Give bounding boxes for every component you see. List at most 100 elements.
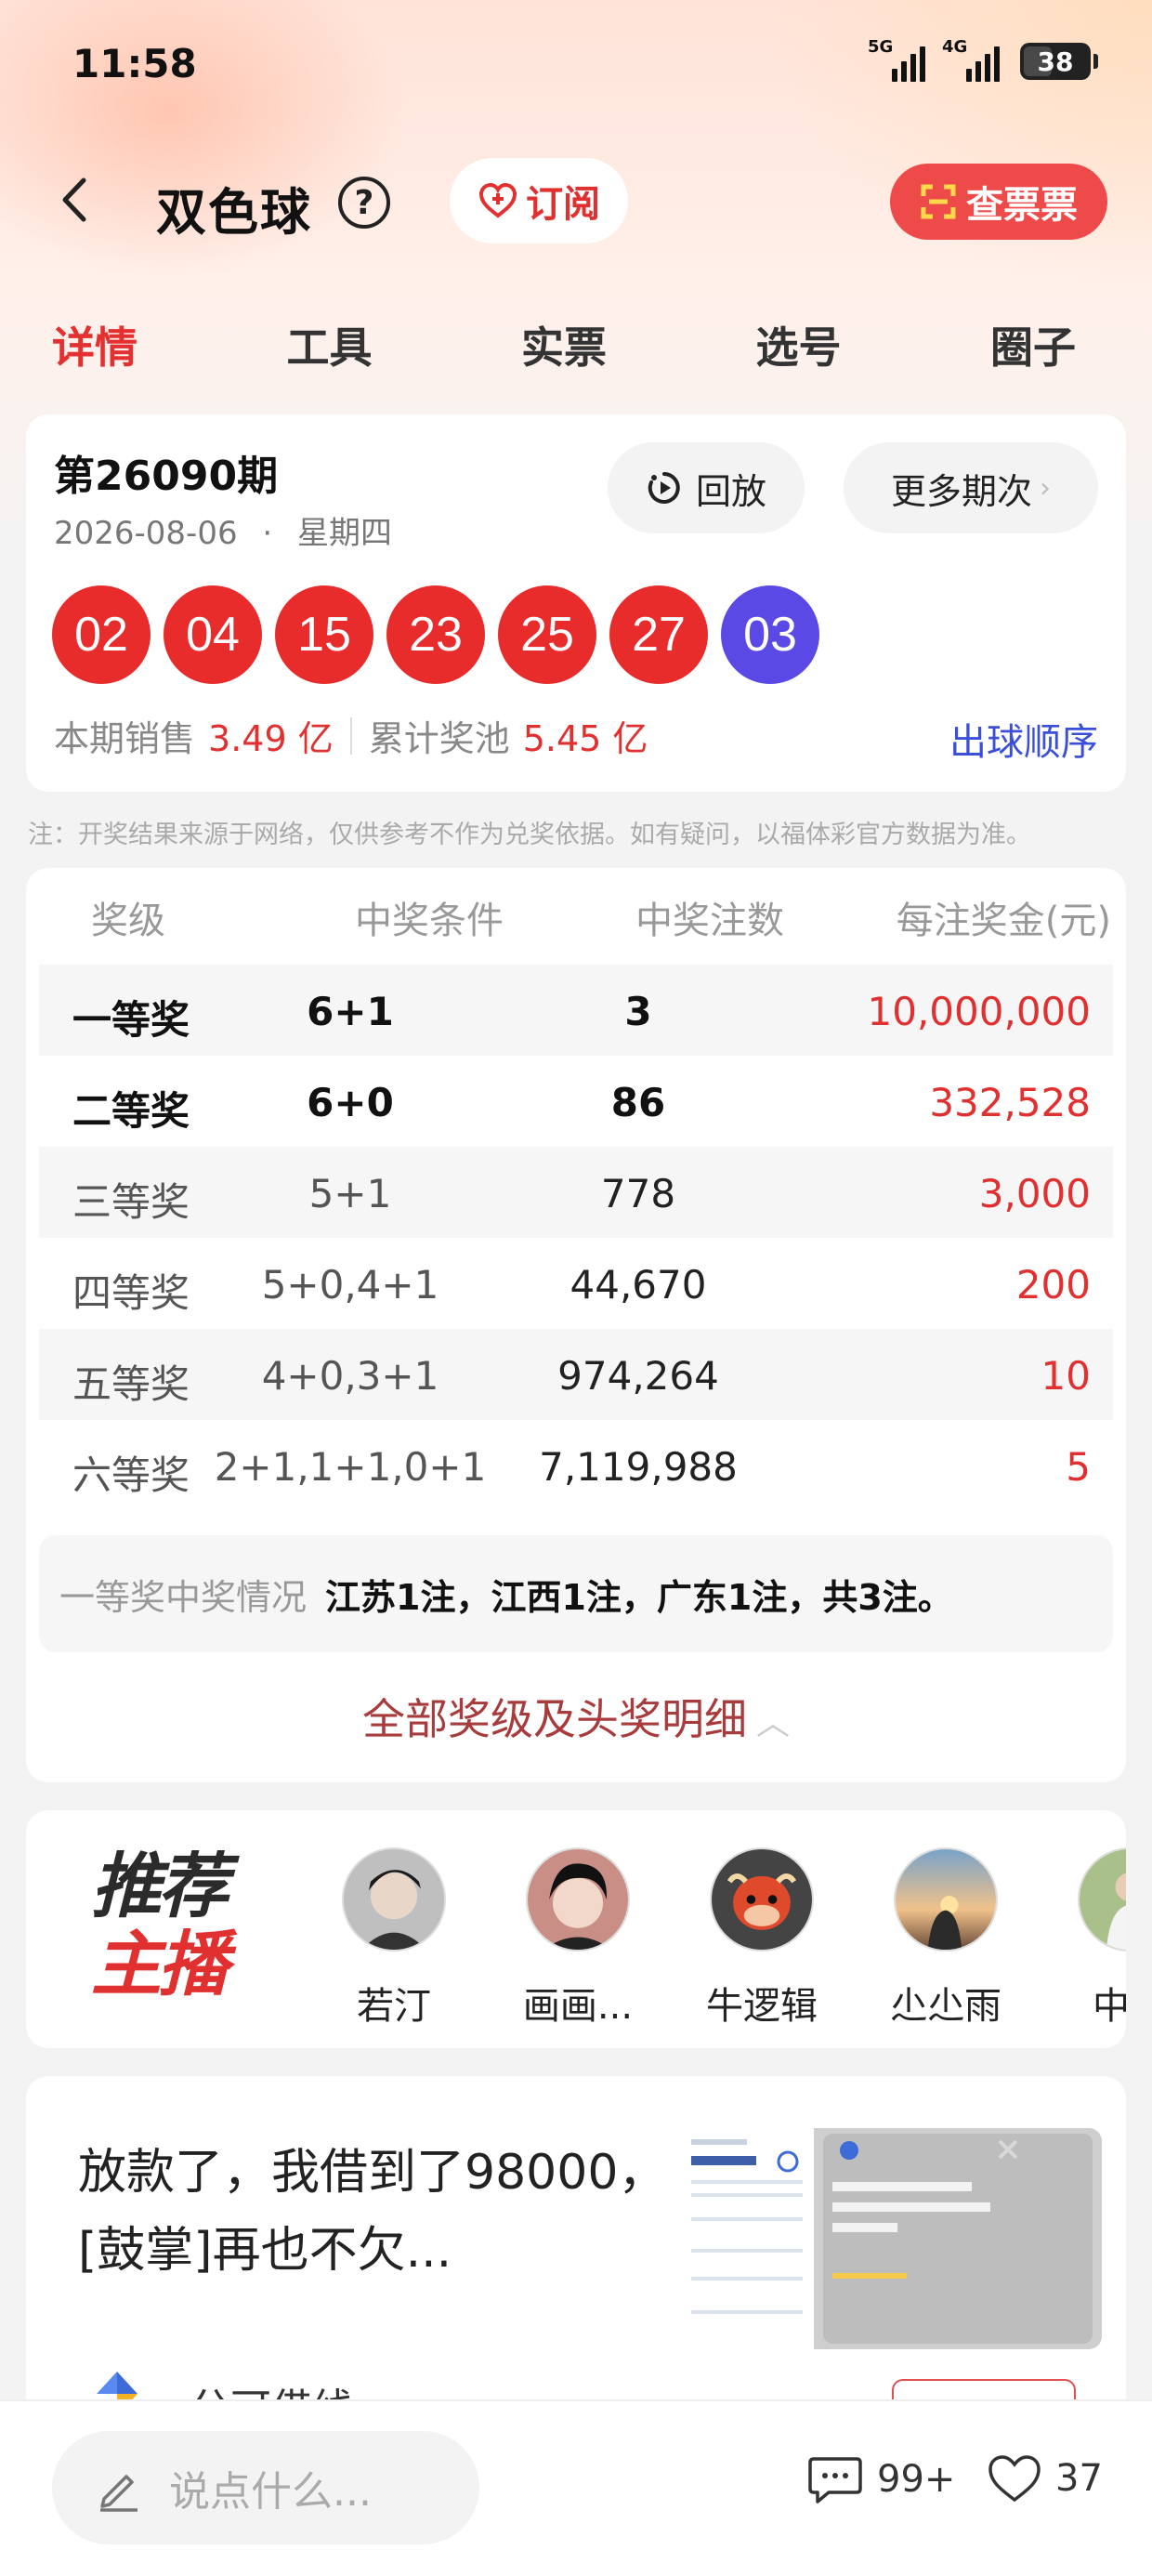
pool-label: 累计奖池 <box>368 718 510 759</box>
prize-amount: 10 <box>1041 1353 1091 1399</box>
recommended-anchors-logo: 推荐 主播 <box>91 1845 229 2005</box>
status-time: 11:58 <box>72 41 197 86</box>
blue-ball: 03 <box>721 585 819 684</box>
edit-icon <box>100 2475 137 2512</box>
heart-icon <box>988 2455 1041 2503</box>
like-button[interactable]: 37 <box>987 2453 1103 2504</box>
anchor-item[interactable]: 中奖 <box>1078 1847 1126 2030</box>
column-header: 奖级 <box>91 900 165 942</box>
tab-tools[interactable]: 工具 <box>287 314 495 375</box>
check-ticket-button[interactable]: 查票票 <box>890 164 1107 240</box>
prize-level: 五等奖 <box>72 1361 190 1407</box>
red-ball: 25 <box>498 585 596 684</box>
prize-rows: 一等奖 6+1 3 10,000,000 二等奖 6+0 86 332,528 … <box>39 965 1113 1511</box>
prize-amount: 200 <box>1015 1262 1091 1308</box>
recommended-anchors-card: 推荐 主播 若汀 画画... 牛逻辑 尐尐雨 中 <box>26 1810 1126 2048</box>
heart-plus-icon <box>478 182 517 218</box>
avatar <box>526 1847 630 1952</box>
tab-bar: 详情 工具 实票 选号 圈子 <box>52 314 1093 375</box>
replay-button[interactable]: 回放 <box>608 442 805 533</box>
avatar <box>342 1847 446 1952</box>
prize-condition: 2+1,1+1,0+1 <box>214 1444 487 1490</box>
tab-pick-numbers[interactable]: 选号 <box>756 314 964 375</box>
disclaimer-note: 注：开奖结果来源于网络，仅供参考不作为兑奖依据。如有疑问，以福体彩官方数据为准。 <box>28 821 1031 849</box>
red-ball: 15 <box>275 585 373 684</box>
anchor-name: 牛逻辑 <box>706 1985 818 2028</box>
prize-amount: 332,528 <box>929 1080 1091 1125</box>
red-ball: 04 <box>164 585 262 684</box>
red-ball: 02 <box>52 585 151 684</box>
subscribe-label: 订阅 <box>526 183 600 226</box>
prize-amount: 5 <box>1066 1444 1091 1490</box>
table-row: 二等奖 6+0 86 332,528 <box>39 1056 1113 1147</box>
column-header: 中奖条件 <box>355 900 504 942</box>
avatar <box>710 1847 814 1952</box>
pool-value: 5.45 亿 <box>522 718 648 759</box>
table-row: 一等奖 6+1 3 10,000,000 <box>39 965 1113 1056</box>
comment-input[interactable]: 说点什么... <box>52 2431 479 2544</box>
tab-details[interactable]: 详情 <box>52 314 260 375</box>
prize-count: 44,670 <box>569 1262 707 1308</box>
comment-count: 99+ <box>877 2458 956 2501</box>
chevron-right-icon: › <box>1040 471 1051 505</box>
table-row: 四等奖 5+0,4+1 44,670 200 <box>39 1238 1113 1329</box>
prize-level: 一等奖 <box>72 997 190 1043</box>
draw-result-card: 第26090期 2026-08-06 · 星期四 回放 更多期次 › 02 04… <box>26 414 1126 792</box>
first-prize-info: 一等奖中奖情况 江苏1注，江西1注，广东1注，共3注。 <box>39 1535 1113 1652</box>
prize-level: 二等奖 <box>72 1088 190 1134</box>
anchor-item[interactable]: 画画... <box>522 1847 634 2030</box>
anchor-name: 中奖 <box>1093 1985 1126 2028</box>
battery-level: 38 <box>1037 46 1074 77</box>
comment-button[interactable]: 99+ <box>806 2453 955 2505</box>
avatar <box>1078 1847 1126 1952</box>
tab-circle[interactable]: 圈子 <box>990 314 1093 375</box>
table-row: 五等奖 4+0,3+1 974,264 10 <box>39 1329 1113 1420</box>
prize-count: 3 <box>624 989 652 1034</box>
red-ball: 23 <box>386 585 485 684</box>
prize-amount: 3,000 <box>978 1171 1091 1216</box>
all-levels-toggle[interactable]: 全部奖级及头奖明细 ︿ <box>26 1686 1126 1747</box>
anchor-item[interactable]: 若汀 <box>342 1847 446 2030</box>
comment-placeholder: 说点什么... <box>169 2468 372 2516</box>
back-icon[interactable] <box>52 167 98 232</box>
prize-count: 974,264 <box>557 1353 719 1399</box>
first-prize-label: 一等奖中奖情况 <box>59 1576 308 1618</box>
tab-real-tickets[interactable]: 实票 <box>521 314 729 375</box>
subscribe-button[interactable]: 订阅 <box>450 158 628 243</box>
page-title: 双色球 <box>156 183 312 242</box>
prize-condition: 6+0 <box>307 1080 394 1125</box>
table-row: 六等奖 2+1,1+1,0+1 7,119,988 5 <box>39 1420 1113 1511</box>
prize-table-card: 奖级 中奖条件 中奖注数 每注奖金(元) 一等奖 6+1 3 10,000,00… <box>26 868 1126 1782</box>
prize-level: 三等奖 <box>72 1179 190 1225</box>
scan-icon <box>921 184 956 219</box>
comment-icon <box>808 2457 862 2504</box>
prize-amount: 10,000,000 <box>867 989 1091 1034</box>
prize-count: 86 <box>610 1080 666 1125</box>
anchor-item[interactable]: 牛逻辑 <box>706 1847 818 2030</box>
draw-date: 2026-08-06 · 星期四 <box>54 515 393 552</box>
sales-label: 本期销售 <box>54 718 196 759</box>
prize-condition: 5+1 <box>308 1171 392 1216</box>
table-header: 奖级 中奖条件 中奖注数 每注奖金(元) <box>26 890 1126 955</box>
anchor-name: 画画... <box>522 1985 634 2028</box>
period-number: 第26090期 <box>54 453 279 500</box>
battery-icon: 38 <box>1020 43 1098 80</box>
check-ticket-label: 查票票 <box>966 184 1078 227</box>
chevron-up-icon: ︿ <box>755 1704 790 1742</box>
avatar <box>894 1847 998 1952</box>
anchor-list: 若汀 画画... 牛逻辑 尐尐雨 中奖 <box>342 1847 1126 2030</box>
prize-level: 六等奖 <box>72 1452 190 1498</box>
signal-4g-icon: 4G <box>942 37 1000 82</box>
sales-value: 3.49 亿 <box>208 718 334 759</box>
sales-info: 本期销售 3.49 亿 累计奖池 5.45 亿 <box>54 710 648 761</box>
prize-condition: 6+1 <box>307 989 394 1034</box>
ball-order-link[interactable]: 出球顺序 <box>949 712 1098 766</box>
anchor-name: 尐尐雨 <box>890 1985 1001 2028</box>
more-periods-button[interactable]: 更多期次 › <box>844 442 1098 533</box>
table-row: 三等奖 5+1 778 3,000 <box>39 1147 1113 1238</box>
anchor-item[interactable]: 尐尐雨 <box>890 1847 1001 2030</box>
help-icon[interactable]: ? <box>338 177 390 229</box>
anchor-name: 若汀 <box>357 1985 431 2028</box>
post-image[interactable] <box>684 2128 1102 2349</box>
first-prize-detail: 江苏1注，江西1注，广东1注，共3注。 <box>325 1576 953 1618</box>
